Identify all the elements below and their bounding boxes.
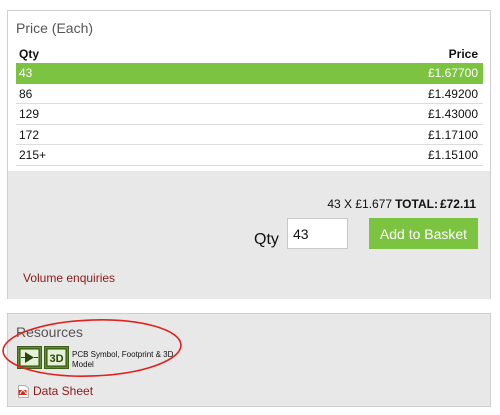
quantity-input[interactable] [287,218,348,249]
pcb-symbol-footprint-link[interactable]: PCB Symbol, Footprint & 3D Model [72,350,182,370]
order-total-summary: 43 X £1.677 TOTAL: £72.11 [327,197,476,211]
pcb-symbol-icon[interactable] [17,346,42,369]
price-tier-table: 43 £1.67700 86 £1.49200 129 £1.43000 172… [16,63,483,166]
price-tier-row[interactable]: 86 £1.49200 [16,84,483,105]
tier-price: £1.49200 [427,86,478,101]
tier-qty: 172 [19,127,40,142]
price-panel: Price (Each) Qty Price 43 £1.67700 86 £1… [7,10,491,299]
price-panel-title: Price (Each) [16,20,94,36]
price-table-header: Qty Price [16,47,483,63]
price-column-header: Price [448,47,478,61]
price-tier-row[interactable]: 172 £1.17100 [16,125,483,146]
tier-price: £1.67700 [427,66,478,80]
tier-qty: 86 [19,86,33,101]
resources-title: Resources [16,324,83,340]
pdf-icon [18,385,29,398]
resources-panel: Resources 3D PCB Symbol, Footprint & 3D … [7,313,491,407]
tier-price: £1.17100 [427,127,478,142]
tier-qty: 43 [19,66,33,80]
price-tier-row[interactable]: 129 £1.43000 [16,104,483,125]
data-sheet-label[interactable]: Data Sheet [33,384,93,398]
tier-qty: 215+ [19,148,47,163]
3d-icon-label: 3D [49,353,63,365]
tier-qty: 129 [19,107,40,122]
pcb-model-icons[interactable]: 3D [17,346,69,369]
basket-calc-area: 43 X £1.677TOTAL:£72.11 Qty Add to Baske… [8,171,490,299]
tier-price: £1.15100 [427,148,478,163]
add-to-basket-button[interactable]: Add to Basket [369,218,478,249]
price-tier-row[interactable]: 215+ £1.15100 [16,145,483,166]
qty-input-label: Qty [254,231,279,248]
tier-price: £1.43000 [427,107,478,122]
price-tier-row[interactable]: 43 £1.67700 [16,63,483,84]
volume-enquiries-link[interactable]: Volume enquiries [23,271,115,285]
qty-column-header: Qty [19,47,40,61]
total-label: TOTAL: [395,197,438,211]
unit-calc-text: 43 X £1.677 [327,197,393,211]
total-value: £72.11 [439,197,476,211]
3d-model-icon[interactable]: 3D [44,346,69,369]
